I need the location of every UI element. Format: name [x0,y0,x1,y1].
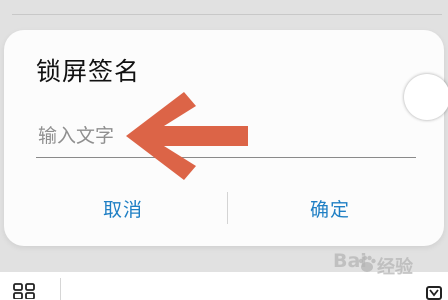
baidu-paw-icon [358,255,376,272]
collapse-icon[interactable] [426,286,442,300]
ok-button[interactable]: 确定 [270,192,390,228]
toggle-knob-icon[interactable] [404,74,448,120]
button-divider [227,192,228,224]
left-arrow-annotation-icon [126,92,248,180]
toolbar-separator [60,278,61,300]
grid-icon[interactable] [13,283,35,299]
dialog-title: 锁屏签名 [36,57,141,86]
background-divider [12,14,442,15]
watermark-suffix: 经验 [377,257,413,278]
cancel-button[interactable]: 取消 [63,192,183,228]
